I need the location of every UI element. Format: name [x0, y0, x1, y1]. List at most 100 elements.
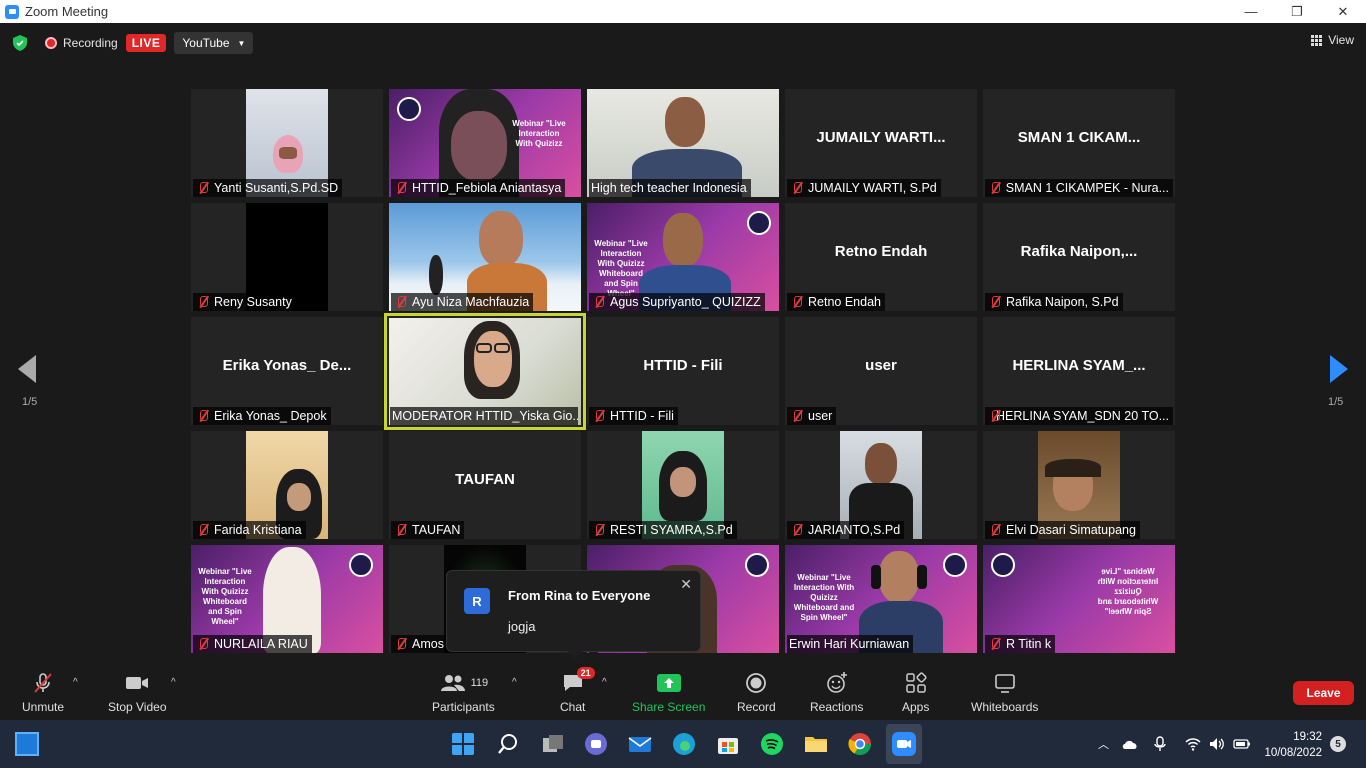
whiteboards-label: Whiteboards [971, 700, 1039, 714]
participant-tile[interactable]: JUMAILY WARTI... JUMAILY WARTI, S.Pd [785, 89, 977, 197]
security-shield-icon[interactable] [13, 35, 27, 51]
close-window-button[interactable]: ✕ [1320, 0, 1366, 23]
share-screen-icon [656, 674, 681, 692]
stop-video-button[interactable]: Stop Video [108, 671, 167, 714]
participant-display-name: JUMAILY WARTI... [816, 129, 946, 146]
participant-display-name: user [865, 357, 897, 374]
muted-mic-icon [197, 523, 209, 537]
muted-mic-icon [593, 409, 605, 423]
search-icon[interactable] [496, 732, 520, 756]
share-screen-label: Share Screen [632, 700, 706, 714]
participant-tile[interactable]: JARIANTO,S.Pd [785, 431, 977, 539]
participant-display-name: Retno Endah [834, 243, 928, 260]
teams-chat-icon[interactable] [584, 732, 608, 756]
participant-tile[interactable]: HERLINA SYAM_... HERLINA SYAM_SDN 20 TO.… [983, 317, 1175, 425]
participant-tile[interactable]: RESTI SYAMRA,S.Pd [587, 431, 779, 539]
chat-button[interactable]: 21 Chat [560, 667, 595, 714]
participant-tile[interactable]: HTTID - Fili HTTID - Fili [587, 317, 779, 425]
participant-tile[interactable]: Erika Yonas_ De... Erika Yonas_ Depok [191, 317, 383, 425]
system-tray: ︿ [1098, 720, 1251, 768]
mail-icon[interactable] [628, 732, 652, 756]
participant-tile[interactable]: Yanti Susanti,S.Pd.SD [191, 89, 383, 197]
view-button[interactable]: View [1311, 33, 1354, 47]
share-screen-button[interactable]: Share Screen [632, 671, 705, 714]
widgets-icon[interactable] [15, 732, 39, 756]
file-explorer-icon[interactable] [804, 732, 828, 756]
participant-name: Agus Supriyanto_ QUIZIZZ [589, 293, 765, 311]
muted-mic-icon [989, 637, 1001, 651]
participant-tile[interactable]: Rafika Naipon,... Rafika Naipon, S.Pd [983, 203, 1175, 311]
recording-label[interactable]: Recording [63, 36, 118, 50]
participant-tile[interactable]: Reny Susanty [191, 203, 383, 311]
edge-browser-icon[interactable] [672, 732, 696, 756]
participant-tile[interactable]: TAUFAN TAUFAN [389, 431, 581, 539]
whiteboards-button[interactable]: Whiteboards [971, 671, 1038, 714]
participant-tile[interactable]: Webinar "Live Interaction With Quizizz W… [785, 545, 977, 653]
participants-icon [440, 675, 465, 691]
microphone-icon[interactable] [1153, 736, 1167, 752]
muted-mic-icon [395, 181, 407, 195]
taskbar-clock[interactable]: 19:32 10/08/2022 [1262, 729, 1322, 761]
wifi-icon[interactable] [1185, 737, 1201, 751]
participant-tile[interactable]: user user [785, 317, 977, 425]
stream-target-dropdown[interactable]: YouTube ▼ [174, 32, 254, 54]
participant-tile[interactable]: Ayu Niza Machfauzia [389, 203, 581, 311]
muted-mic-icon [395, 523, 407, 537]
apps-button[interactable]: Apps [902, 671, 929, 714]
participant-name: Erika Yonas_ Depok [193, 407, 331, 425]
participant-tile[interactable]: Webinar "Live Interaction With Quizizz W… [587, 203, 779, 311]
windows-start-icon[interactable] [451, 732, 475, 756]
unmute-label: Unmute [22, 700, 65, 714]
leave-button[interactable]: Leave [1293, 681, 1354, 705]
participants-label: Participants [432, 700, 495, 714]
zoom-app-icon[interactable] [892, 732, 916, 756]
record-button[interactable]: Record [737, 671, 776, 714]
battery-icon[interactable] [1233, 738, 1251, 750]
onedrive-cloud-icon[interactable] [1121, 737, 1139, 751]
participant-tile[interactable]: Webinar "Live Interaction With Quizizz W… [191, 545, 383, 653]
record-label: Record [737, 700, 776, 714]
chat-sender-line: From Rina to Everyone [508, 588, 651, 603]
active-speaker-tile[interactable]: MODERATOR HTTID_Yiska Gio... [384, 313, 586, 430]
participant-tile[interactable]: SMAN 1 CIKAM... SMAN 1 CIKAMPEK - Nura..… [983, 89, 1175, 197]
maximize-button[interactable]: ❐ [1274, 0, 1320, 23]
chat-options-caret-icon[interactable]: ^ [602, 677, 607, 688]
apps-label: Apps [902, 700, 930, 714]
reactions-button[interactable]: Reactions [810, 671, 863, 714]
smiley-plus-icon [826, 672, 847, 693]
participant-tile[interactable]: Farida Kristiana [191, 431, 383, 539]
muted-mic-icon [791, 523, 803, 537]
participant-name: Erwin Hari Kurniawan [787, 635, 914, 653]
close-icon[interactable]: ✕ [680, 576, 692, 593]
chat-notification-popup[interactable]: R From Rina to Everyone jogja ✕ [446, 570, 701, 659]
volume-icon[interactable] [1209, 737, 1225, 751]
previous-page-arrow-icon[interactable] [18, 355, 36, 383]
participant-tile[interactable]: High tech teacher Indonesia [587, 89, 779, 197]
participants-button[interactable]: 119 Participants [432, 671, 495, 714]
participant-tile[interactable]: Retno Endah Retno Endah [785, 203, 977, 311]
participant-name: HERLINA SYAM_SDN 20 TO... [985, 407, 1173, 425]
audio-options-caret-icon[interactable]: ^ [73, 677, 78, 688]
next-page-arrow-icon[interactable] [1330, 355, 1348, 383]
participant-name: NURLAILA RIAU [193, 635, 312, 653]
participant-tile[interactable]: Webinar "Live Interaction With Quizizz W… [983, 545, 1175, 653]
task-view-icon[interactable] [541, 732, 565, 756]
spotify-icon[interactable] [760, 732, 784, 756]
participant-name: user [787, 407, 837, 425]
participant-tile[interactable]: Elvi Dasari Simatupang [983, 431, 1175, 539]
clock-date: 10/08/2022 [1264, 747, 1322, 759]
page-indicator-right: 1/5 [1328, 396, 1344, 408]
unmute-button[interactable]: Unmute [22, 671, 64, 714]
participant-name: RESTI SYAMRA,S.Pd [589, 521, 737, 539]
minimize-button[interactable]: — [1228, 0, 1274, 23]
httid-logo-icon [943, 553, 967, 577]
participant-tile[interactable]: Webinar "Live Interaction With Quizizz H… [389, 89, 581, 197]
video-options-caret-icon[interactable]: ^ [171, 677, 176, 688]
microsoft-store-icon[interactable] [716, 732, 740, 756]
chat-label: Chat [560, 700, 586, 714]
notification-count-badge[interactable]: 5 [1330, 736, 1346, 752]
participants-options-caret-icon[interactable]: ^ [512, 677, 517, 688]
chrome-icon[interactable] [848, 732, 872, 756]
participant-name: Rafika Naipon, S.Pd [985, 293, 1123, 311]
show-hidden-icons-caret-icon[interactable]: ︿ [1098, 736, 1109, 752]
